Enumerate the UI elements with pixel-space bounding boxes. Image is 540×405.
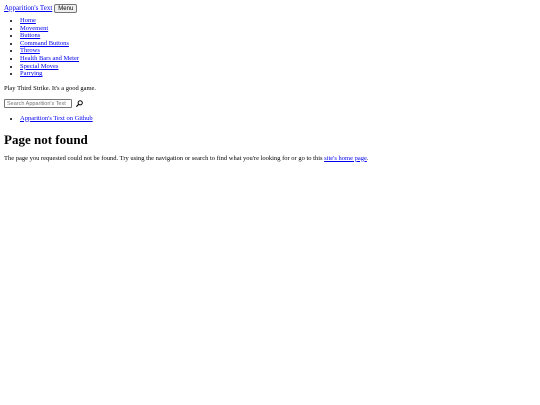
search-icon[interactable] xyxy=(75,100,83,108)
home-page-link[interactable]: site's home page xyxy=(324,155,367,162)
nav-item-home: Home xyxy=(20,17,536,25)
site-tagline: Play Third Strike. It's a good game. xyxy=(4,84,97,92)
nav-item-health-bars: Health Bars and Meter xyxy=(20,55,536,63)
nav-item-buttons: Buttons xyxy=(20,32,536,40)
search-input[interactable] xyxy=(4,99,72,109)
nav-link-buttons[interactable]: Buttons xyxy=(20,32,40,39)
nav-link-movement[interactable]: Movement xyxy=(20,25,48,32)
nav-link-throws[interactable]: Throws xyxy=(20,47,40,54)
nav-item-command-buttons: Command Buttons xyxy=(20,40,536,48)
page-title: Page not found xyxy=(4,131,88,147)
github-link[interactable]: Apparition's Text on Github xyxy=(20,115,93,122)
nav-item-movement: Movement xyxy=(20,25,536,33)
nav-link-home[interactable]: Home xyxy=(20,17,36,24)
message-text: The page you requested could not be foun… xyxy=(4,154,325,162)
search-bar xyxy=(4,99,536,109)
menu-button[interactable]: Menu xyxy=(54,3,78,13)
nav-item-special-moves: Special Moves xyxy=(20,63,536,71)
nav-link-special-moves[interactable]: Special Moves xyxy=(20,63,58,70)
site-nav: Home Movement Buttons Command Buttons Th… xyxy=(4,17,536,78)
page: Apparition's Text Menu Home Movement But… xyxy=(0,0,540,163)
site-header: Apparition's Text Menu xyxy=(4,3,536,13)
nav-link-parrying[interactable]: Parrying xyxy=(20,70,42,77)
nav-item-throws: Throws xyxy=(20,47,536,55)
nav-item-parrying: Parrying xyxy=(20,70,536,78)
nav-link-command-buttons[interactable]: Command Buttons xyxy=(20,40,69,47)
nav-link-health-bars[interactable]: Health Bars and Meter xyxy=(20,55,79,62)
aux-item-github: Apparition's Text on Github xyxy=(20,115,536,123)
message-end: . xyxy=(366,154,369,162)
not-found-message: The page you requested could not be foun… xyxy=(4,155,536,163)
aux-links: Apparition's Text on Github xyxy=(4,115,536,123)
site-title-link[interactable]: Apparition's Text xyxy=(4,4,52,12)
